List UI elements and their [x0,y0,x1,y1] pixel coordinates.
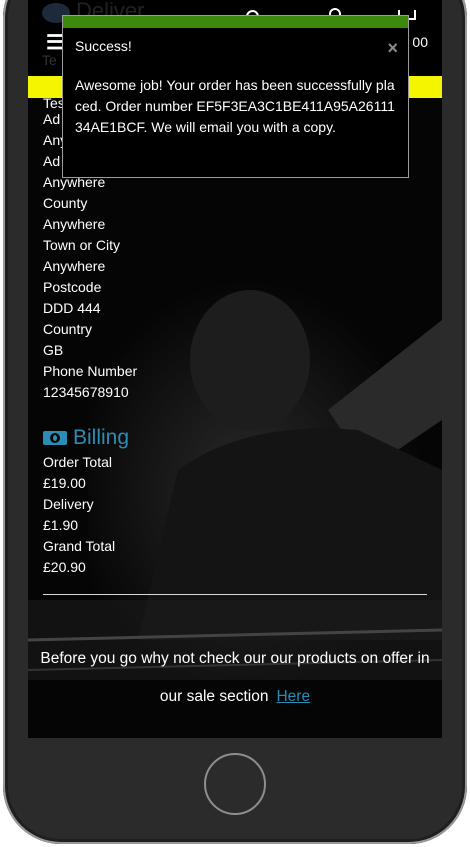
billing-row: £20.90 [43,559,86,575]
promo-text: Before you go why not check our our prod… [40,650,430,705]
detail-row: GB [43,342,64,358]
detail-row: Anywhere [43,216,106,232]
detail-row: Town or City [43,237,121,253]
billing-row: Grand Total [43,538,116,554]
cart-total[interactable]: 00 [412,34,428,50]
toast-status-bar [63,16,408,28]
billing-row: £19.00 [43,475,86,491]
detail-row: DDD 444 [43,300,101,316]
detail-row: Anywhere [43,258,106,274]
billing-row: Order Total [43,454,112,470]
success-toast: Success! × Awesome job! Your order has b… [62,15,409,178]
detail-row: County [43,195,88,211]
detail-row: 12345678910 [43,384,129,400]
divider [43,594,427,595]
sale-link[interactable]: Here [276,688,310,705]
toast-title: Success! [75,38,132,54]
header-subtext: Te [42,52,57,68]
billing-icon [43,431,67,445]
close-icon[interactable]: × [387,38,398,59]
billing-heading: Billing [43,426,129,450]
detail-row: Country [43,321,93,337]
billing-row: Delivery [43,496,94,512]
toast-message: Awesome job! Your order has been success… [75,77,395,135]
detail-row: Phone Number [43,363,138,379]
sale-promo: Before you go why not check our our prod… [40,640,430,716]
detail-row: Postcode [43,279,102,295]
billing-heading-text: Billing [73,426,130,449]
billing-summary: Order Total £19.00 Delivery £1.90 Grand … [43,452,115,578]
home-button[interactable] [204,753,266,815]
billing-row: £1.90 [43,517,79,533]
